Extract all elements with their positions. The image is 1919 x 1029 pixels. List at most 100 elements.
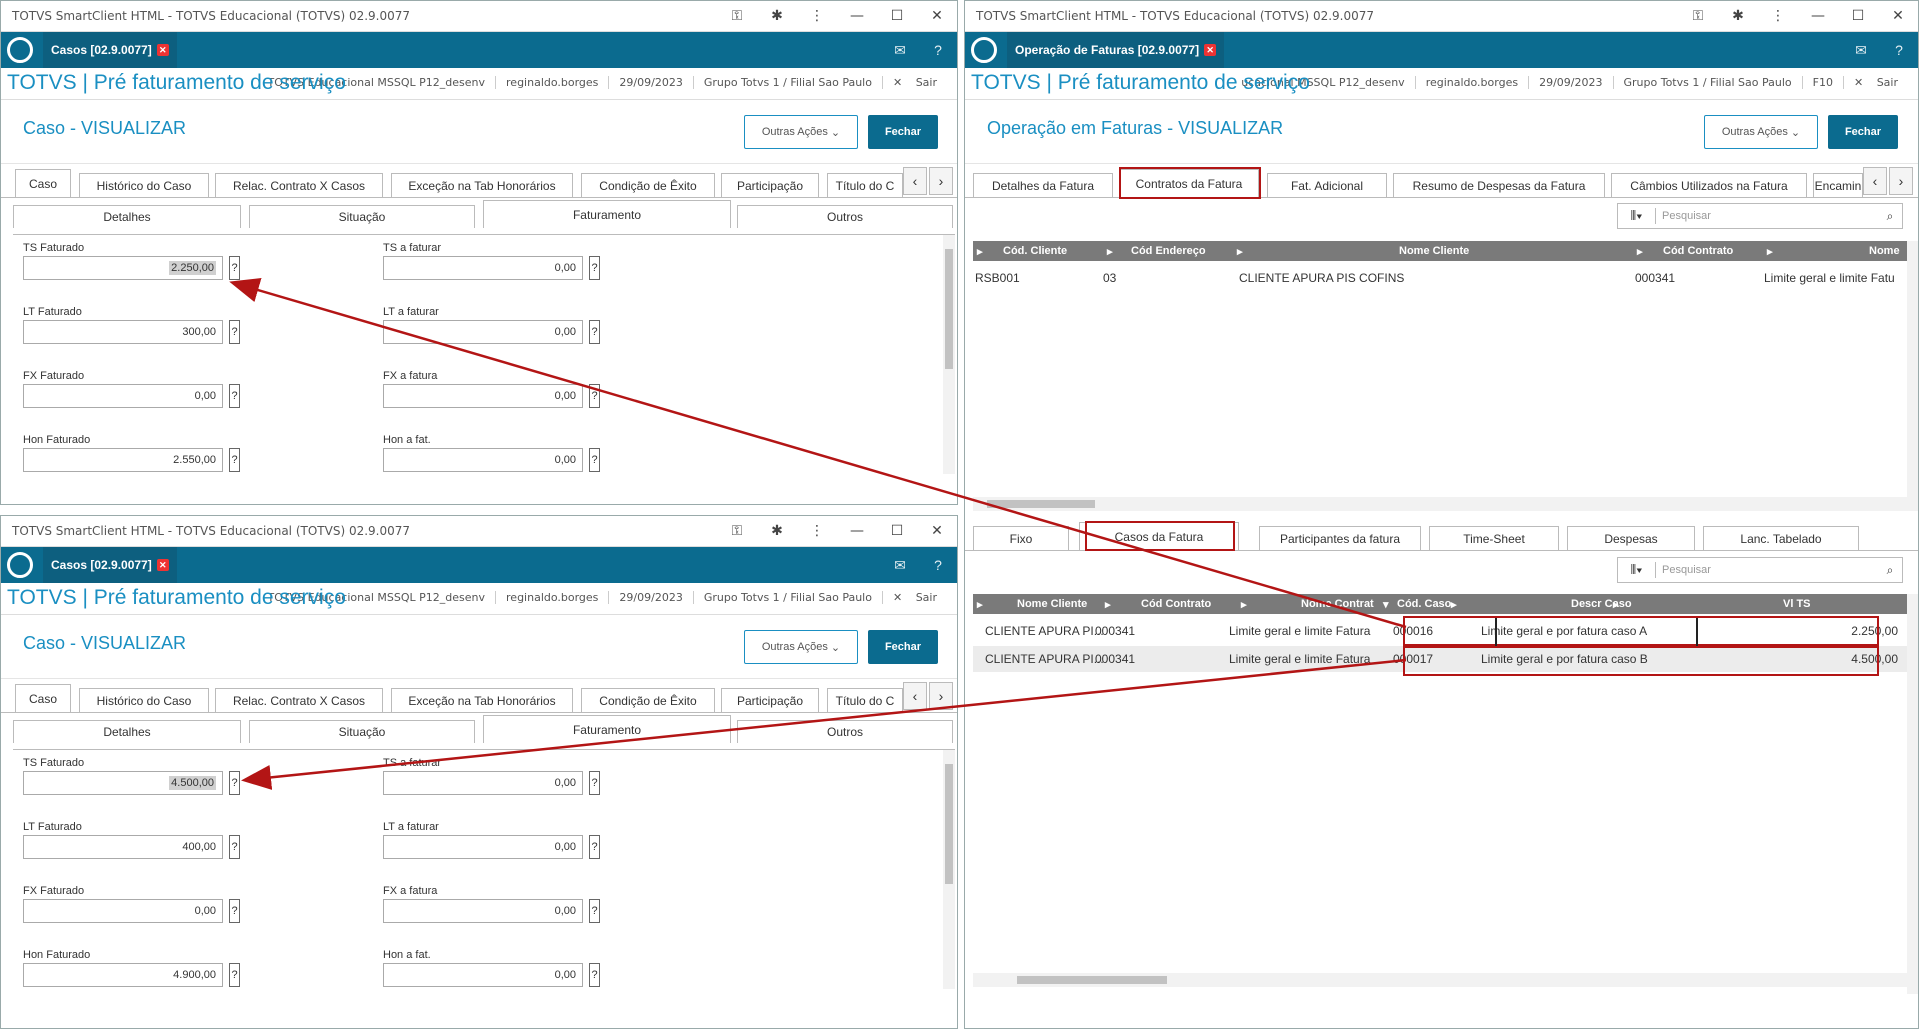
grid2-vscroll[interactable]	[1907, 594, 1918, 994]
ts-faturado-input[interactable]: 2.250,00	[23, 256, 223, 280]
col-nome[interactable]: Nome	[1869, 245, 1900, 257]
close-window-icon[interactable]: ✕	[917, 523, 957, 539]
tab-condicao-exito[interactable]: Condição de Êxito	[581, 173, 715, 197]
subtab-situacao[interactable]: Situação	[249, 720, 475, 743]
fechar-button[interactable]: Fechar	[868, 630, 938, 664]
outras-acoes-button[interactable]: Outras Ações ⌄	[744, 630, 858, 664]
col-nome-cliente[interactable]: Nome Cliente	[1017, 598, 1087, 610]
tab-despesas[interactable]: Despesas	[1567, 526, 1695, 550]
lt-afaturar-input[interactable]: 0,00	[383, 835, 583, 859]
subtab-detalhes[interactable]: Detalhes	[13, 720, 241, 743]
fx-afatura-input[interactable]: 0,00	[383, 899, 583, 923]
tab-historico[interactable]: Histórico do Caso	[79, 173, 209, 197]
help-button[interactable]: ?	[589, 384, 600, 408]
grid2-hscroll[interactable]	[973, 973, 1907, 987]
col-cod-endereco[interactable]: Cód Endereço	[1131, 245, 1206, 257]
key-icon[interactable]: ⚿	[717, 8, 757, 24]
hon-afat-input[interactable]: 0,00	[383, 448, 583, 472]
tab-cambios[interactable]: Câmbios Utilizados na Fatura	[1611, 173, 1807, 197]
mail-icon[interactable]: ✉	[1842, 42, 1880, 59]
puzzle-icon[interactable]: ✱	[1718, 8, 1758, 24]
help-button[interactable]: ?	[589, 448, 600, 472]
col-cod-cliente[interactable]: Cód. Cliente	[1003, 245, 1067, 257]
help-button[interactable]: ?	[229, 771, 240, 795]
grid1-vscroll[interactable]	[1907, 241, 1918, 511]
lt-faturado-input[interactable]: 400,00	[23, 835, 223, 859]
tabs-prev-button[interactable]: ‹	[1863, 167, 1887, 195]
tab-participacao[interactable]: Participação	[721, 688, 819, 712]
hon-faturado-input[interactable]: 2.550,00	[23, 448, 223, 472]
totvs-logo-icon[interactable]	[7, 37, 33, 63]
puzzle-icon[interactable]: ✱	[757, 8, 797, 24]
col-cod-caso[interactable]: Cód. Caso	[1397, 598, 1451, 610]
outras-acoes-button[interactable]: Outras Ações ⌄	[1704, 115, 1818, 149]
tabs-prev-button[interactable]: ‹	[903, 682, 927, 710]
help-button[interactable]: ?	[589, 256, 600, 280]
tab-caso[interactable]: Caso	[15, 684, 71, 712]
ts-faturado-input[interactable]: 4.500,00	[23, 771, 223, 795]
close-window-icon[interactable]: ✕	[1878, 8, 1918, 24]
minimize-icon[interactable]: —	[837, 523, 877, 539]
close-tab-icon[interactable]: ✕	[156, 44, 169, 56]
ts-afaturar-input[interactable]: 0,00	[383, 256, 583, 280]
close-tab-icon[interactable]: ✕	[1204, 44, 1217, 56]
tab-condicao-exito[interactable]: Condição de Êxito	[581, 688, 715, 712]
help-button[interactable]: ?	[229, 899, 240, 923]
tab-detalhes-fatura[interactable]: Detalhes da Fatura	[973, 173, 1113, 197]
help-button[interactable]: ?	[229, 256, 240, 280]
mail-icon[interactable]: ✉	[881, 557, 919, 574]
key-icon[interactable]: ⚿	[717, 523, 757, 539]
help-button[interactable]: ?	[589, 963, 600, 987]
help-button[interactable]: ?	[229, 320, 240, 344]
key-icon[interactable]: ⚿	[1678, 8, 1718, 24]
grid1-search-input[interactable]: Pesquisar	[1656, 210, 1878, 222]
tabs-prev-button[interactable]: ‹	[903, 167, 927, 195]
tab-fixo[interactable]: Fixo	[973, 526, 1069, 550]
totvs-logo-icon[interactable]	[7, 552, 33, 578]
minimize-icon[interactable]: —	[837, 8, 877, 24]
minimize-icon[interactable]: —	[1798, 8, 1838, 24]
col-cod-contrato[interactable]: Cód Contrato	[1663, 245, 1733, 257]
col-nome-cliente[interactable]: Nome Cliente	[1399, 245, 1469, 257]
ts-afaturar-input[interactable]: 0,00	[383, 771, 583, 795]
close-tab-icon[interactable]: ✕	[156, 559, 169, 571]
menu-dots-icon[interactable]: ⋮	[797, 523, 837, 539]
tab-participacao[interactable]: Participação	[721, 173, 819, 197]
columns-icon[interactable]: ⦀▾	[1618, 208, 1656, 224]
col-nome-contrat[interactable]: Nome Contrat	[1301, 598, 1374, 610]
columns-icon[interactable]: ⦀▾	[1618, 562, 1656, 578]
maximize-icon[interactable]: ☐	[1838, 8, 1878, 24]
help-icon[interactable]: ?	[919, 42, 957, 58]
tab-historico[interactable]: Histórico do Caso	[79, 688, 209, 712]
tab-participantes[interactable]: Participantes da fatura	[1259, 526, 1421, 550]
fechar-button[interactable]: Fechar	[1828, 115, 1898, 149]
help-button[interactable]: ?	[589, 899, 600, 923]
subtab-faturamento[interactable]: Faturamento	[483, 200, 731, 228]
fx-faturado-input[interactable]: 0,00	[23, 899, 223, 923]
tab-casos[interactable]: Casos [02.9.0077] ✕	[43, 547, 177, 583]
grid1-hscroll[interactable]	[973, 497, 1907, 511]
hon-faturado-input[interactable]: 4.900,00	[23, 963, 223, 987]
help-icon[interactable]: ?	[1880, 42, 1918, 58]
fx-faturado-input[interactable]: 0,00	[23, 384, 223, 408]
tab-relac-contrato[interactable]: Relac. Contrato X Casos	[215, 688, 383, 712]
help-button[interactable]: ?	[589, 835, 600, 859]
form-scrollbar[interactable]	[943, 235, 955, 474]
help-button[interactable]: ?	[589, 771, 600, 795]
totvs-logo-icon[interactable]	[971, 37, 997, 63]
col-descr-caso[interactable]: Descr Caso	[1571, 598, 1632, 610]
f10-shortcut[interactable]: F10	[1801, 76, 1843, 89]
subtab-outros[interactable]: Outros	[737, 205, 953, 228]
maximize-icon[interactable]: ☐	[877, 8, 917, 24]
menu-dots-icon[interactable]: ⋮	[797, 8, 837, 24]
col-cod-contrato[interactable]: Cód Contrato	[1141, 598, 1211, 610]
exit-button[interactable]: ✕ Sair	[881, 76, 957, 89]
puzzle-icon[interactable]: ✱	[757, 523, 797, 539]
lt-faturado-input[interactable]: 300,00	[23, 320, 223, 344]
maximize-icon[interactable]: ☐	[877, 523, 917, 539]
table-row[interactable]: RSB001 03 CLIENTE APURA PIS COFINS 00034…	[973, 265, 1908, 291]
search-icon[interactable]: ⌕	[1878, 209, 1902, 224]
fechar-button[interactable]: Fechar	[868, 115, 938, 149]
exit-button[interactable]: ✕ Sair	[1842, 76, 1918, 89]
fx-afatura-input[interactable]: 0,00	[383, 384, 583, 408]
